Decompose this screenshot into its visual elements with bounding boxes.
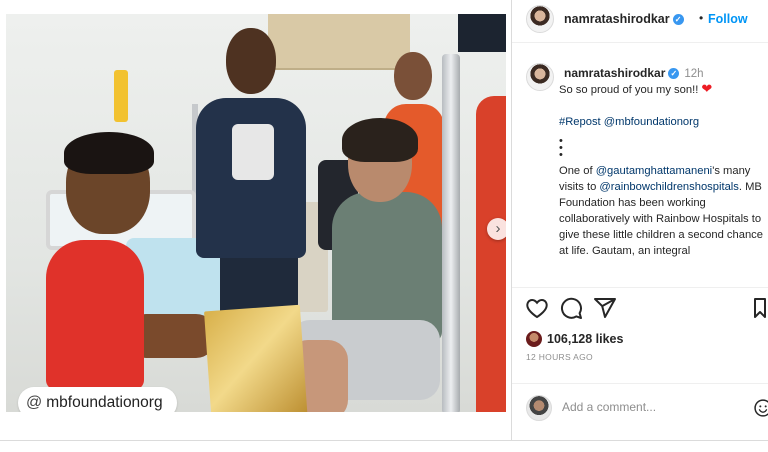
comment-icon[interactable] (559, 296, 583, 320)
photo-boy-hair (64, 132, 154, 174)
photo-iv-pole (442, 54, 460, 412)
header-separator: • (699, 11, 704, 25)
mention-gautam[interactable]: @gautamghattamaneni (596, 165, 712, 177)
page-bottom-edge (0, 440, 768, 452)
photo-woman-head (394, 52, 432, 100)
post-media: › @ mbfoundationorg (0, 0, 512, 440)
comment-avatar (526, 395, 552, 421)
caption-line-1: So so proud of you my son!! ❤ (559, 81, 764, 98)
likes-count[interactable]: 106,128 likes (547, 332, 623, 346)
carousel-next-icon[interactable]: › (487, 218, 506, 240)
photo-teen-hair (342, 118, 418, 162)
likes-avatar (526, 331, 542, 347)
comment-input[interactable] (562, 400, 712, 414)
header-username[interactable]: namratashirodkar ✓ (564, 12, 684, 26)
header-avatar[interactable] (526, 5, 554, 33)
comment-divider (512, 383, 768, 384)
post-side-panel: namratashirodkar ✓ • Follow namratashirod… (512, 0, 768, 440)
likes-row[interactable]: 106,128 likes (526, 331, 623, 347)
share-icon[interactable] (593, 296, 617, 320)
emoji-icon[interactable] (753, 398, 768, 418)
caption-avatar[interactable] (526, 63, 554, 91)
photo-boy-body (46, 240, 144, 390)
red-heart-emoji-icon: ❤ (701, 81, 713, 96)
photo-man-shirt-print (232, 124, 274, 180)
bookmark-icon[interactable] (752, 296, 768, 320)
caption-repost-tag[interactable]: #Repost @mbfoundationorg (559, 114, 764, 130)
header-divider (512, 42, 768, 43)
caption-header: namratashirodkar ✓ 12h (564, 66, 704, 80)
verified-badge-icon: ✓ (672, 14, 684, 25)
caption-username[interactable]: namratashirodkar (564, 66, 665, 80)
photo-gas-fitting (114, 70, 128, 122)
follow-button[interactable]: Follow (708, 12, 748, 26)
watermark-badge: @ mbfoundationorg (18, 387, 177, 412)
at-icon: @ (26, 394, 43, 411)
verified-badge-icon: ✓ (668, 68, 680, 79)
actions-divider (512, 287, 768, 288)
photo-gift-box (204, 304, 308, 412)
post-photo[interactable]: › @ mbfoundationorg (6, 14, 506, 412)
mention-rainbow-hospitals[interactable]: @rainbowchildrenshospitals (599, 181, 738, 193)
photo-tv (458, 14, 506, 52)
caption-prefix: One of (559, 165, 596, 177)
photo-man-head (226, 28, 276, 94)
caption-paragraph: One of @gautamghattamaneni's many visits… (559, 163, 764, 259)
caption-dots: • • • (559, 135, 564, 161)
heart-icon[interactable] (525, 296, 549, 320)
watermark-text: mbfoundationorg (46, 394, 163, 411)
caption-time[interactable]: 12h (684, 68, 703, 80)
header-username-text[interactable]: namratashirodkar (564, 12, 670, 26)
photo-cabinet (268, 14, 410, 70)
caption-line-1-text: So so proud of you my son!! (559, 84, 699, 96)
photo-saree (476, 96, 506, 412)
caption-body: So so proud of you my son!! ❤ #Repost @m… (559, 81, 764, 259)
post-timestamp[interactable]: 12 HOURS AGO (526, 352, 593, 362)
